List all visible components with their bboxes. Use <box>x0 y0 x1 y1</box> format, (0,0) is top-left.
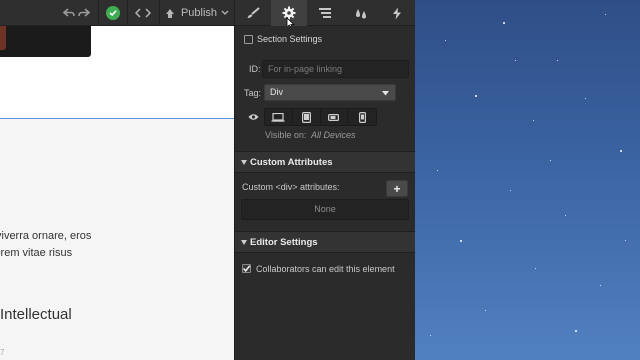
star <box>605 14 606 15</box>
section-settings-label: Section Settings <box>257 34 323 44</box>
redo-icon[interactable] <box>77 0 91 26</box>
id-placeholder: For in-page linking <box>268 64 343 74</box>
star <box>557 60 558 61</box>
lightning-icon <box>393 7 401 19</box>
desktop-wallpaper <box>415 0 640 360</box>
collapse-triangle-icon <box>241 240 247 245</box>
checkmark-icon <box>242 265 251 273</box>
desktop-device-button[interactable] <box>265 109 293 125</box>
tab-settings[interactable] <box>271 0 307 30</box>
star <box>550 160 551 161</box>
star <box>475 95 477 97</box>
star <box>533 120 534 121</box>
publish-icon <box>165 8 174 18</box>
brush-icon <box>247 7 260 18</box>
star <box>445 40 446 41</box>
add-attribute-label: + <box>393 181 401 196</box>
toolbar-divider <box>127 0 128 26</box>
phone-portrait-icon <box>358 111 366 123</box>
star <box>510 190 511 191</box>
body-line-1: viverra ornare, eros <box>0 230 92 242</box>
tab-interactions[interactable] <box>379 0 415 26</box>
star <box>535 268 536 269</box>
editor-settings-title: Editor Settings <box>250 236 318 248</box>
body-line-2: lorem vitae risus <box>0 247 73 259</box>
visible-on-value: All Devices <box>311 130 356 140</box>
star <box>437 170 438 171</box>
star <box>585 98 586 99</box>
tag-label: Tag: <box>244 88 262 98</box>
caret-down-icon <box>382 91 389 96</box>
editor-settings-header[interactable]: Editor Settings <box>235 231 416 253</box>
check-circle-icon[interactable] <box>104 0 122 26</box>
tab-assets[interactable] <box>343 0 379 26</box>
navigator-icon <box>319 8 331 18</box>
toolbar-divider <box>98 0 99 26</box>
star <box>430 335 431 336</box>
tag-select[interactable]: Div <box>264 84 396 101</box>
top-toolbar: Publish <box>0 0 415 30</box>
mobile-landscape-device-button[interactable] <box>321 109 349 125</box>
id-label: ID: <box>249 64 261 74</box>
visible-on-label: Visible on: <box>265 130 307 140</box>
add-attribute-button[interactable]: + <box>386 180 408 197</box>
publish-button[interactable]: Publish <box>165 0 229 26</box>
star <box>600 285 601 286</box>
toolbar-divider <box>159 0 160 26</box>
collaborators-label: Collaborators can edit this element <box>256 264 395 274</box>
chevron-down-icon <box>221 10 229 15</box>
undo-icon[interactable] <box>62 0 76 26</box>
custom-attributes-title: Custom Attributes <box>250 156 333 168</box>
phone-landscape-icon <box>328 113 340 121</box>
star <box>565 215 566 216</box>
collapse-triangle-icon <box>241 160 247 165</box>
star <box>515 60 516 61</box>
desktop-icon <box>271 112 285 122</box>
designer-canvas[interactable]: viverra ornare, eros lorem vitae risus I… <box>0 0 234 360</box>
star <box>620 150 622 152</box>
device-visibility-group <box>264 108 377 126</box>
star <box>575 330 577 332</box>
settings-panel: Section Settings ID: For in-page linking… <box>234 26 416 360</box>
attributes-none-label: None <box>314 204 336 214</box>
star <box>460 240 462 242</box>
star <box>625 240 626 241</box>
section-heading[interactable]: Intellectual <box>0 306 72 323</box>
mobile-portrait-device-button[interactable] <box>348 109 376 125</box>
tab-style[interactable] <box>235 0 271 26</box>
body-paragraph[interactable]: viverra ornare, eros lorem vitae risus <box>0 228 234 262</box>
drops-icon <box>356 9 366 19</box>
small-number: 7 <box>0 348 5 357</box>
eye-icon <box>248 114 259 120</box>
collaborators-checkbox[interactable] <box>242 264 251 273</box>
id-input[interactable]: For in-page linking <box>262 60 409 78</box>
publish-label: Publish <box>180 7 218 19</box>
star <box>485 310 486 311</box>
tablet-icon <box>301 111 311 123</box>
code-brackets-icon[interactable] <box>133 0 153 26</box>
custom-attributes-header[interactable]: Custom Attributes <box>235 151 416 173</box>
custom-attributes-label: Custom <div> attributes: <box>242 182 340 192</box>
star <box>503 22 505 24</box>
attributes-empty-state: None <box>241 199 409 220</box>
tag-value: Div <box>270 87 283 97</box>
tablet-device-button[interactable] <box>293 109 321 125</box>
tab-navigator[interactable] <box>307 0 343 26</box>
section-settings-checkbox[interactable] <box>244 35 253 44</box>
